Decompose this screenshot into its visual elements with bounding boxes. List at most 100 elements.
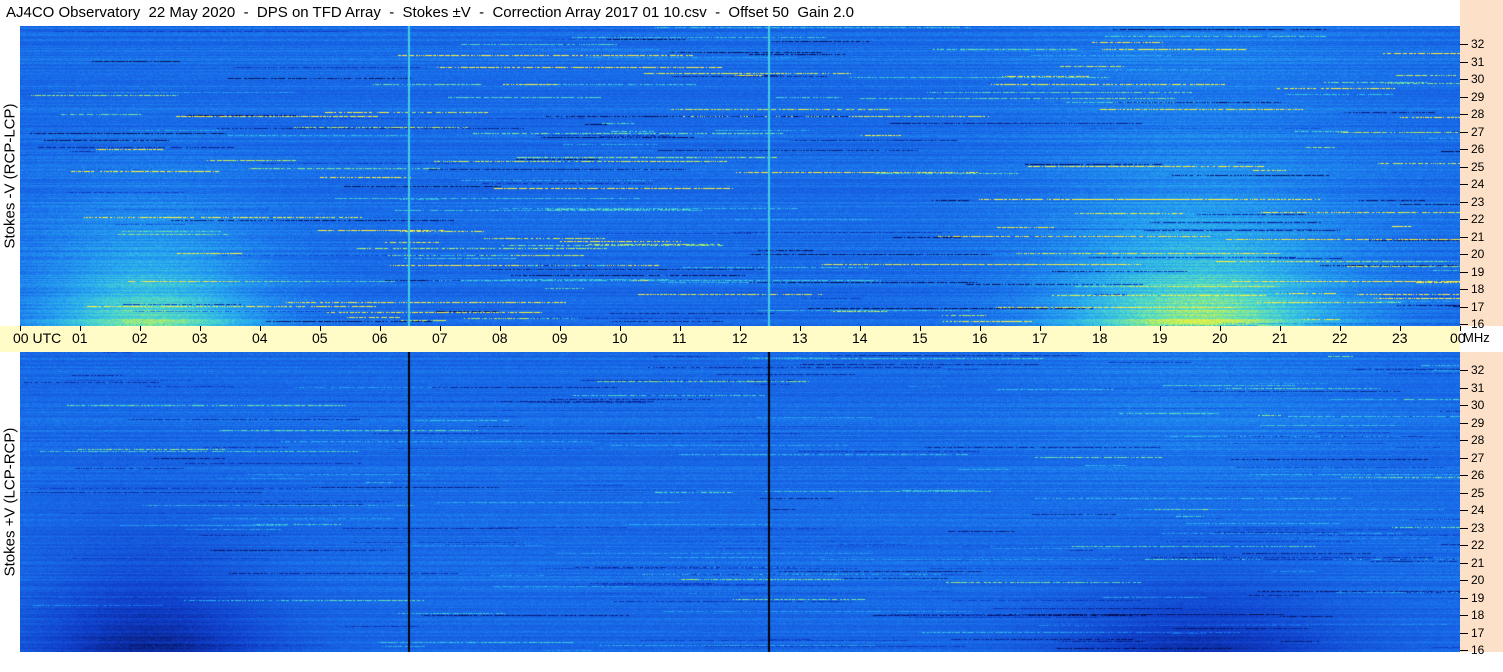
freq-label: 24 <box>1471 503 1485 517</box>
freq-tick <box>1460 219 1468 220</box>
time-label: 14 <box>852 330 868 346</box>
time-label: 03 <box>192 330 208 346</box>
freq-label: 31 <box>1471 380 1485 395</box>
freq-label: 20 <box>1471 573 1485 587</box>
time-label: 00 UTC <box>13 330 62 346</box>
time-label: 05 <box>312 330 328 346</box>
time-axis: 00 UTC 01 02 03 04 05 06 07 08 09 10 11 12 13 14 15 16 17… <box>0 326 1466 352</box>
freq-tick <box>1460 632 1468 634</box>
freq-tick <box>1460 510 1468 511</box>
freq-tick <box>1460 324 1468 325</box>
time-label: 01 <box>72 330 88 346</box>
time-label: 17 <box>1032 330 1048 346</box>
freq-tick <box>1460 422 1468 424</box>
time-label: 23 <box>1392 330 1408 346</box>
freq-label: 22 <box>1471 212 1485 226</box>
freq-label: 30 <box>1471 398 1485 412</box>
freq-label: 23 <box>1471 520 1485 535</box>
time-label: 09 <box>552 330 568 346</box>
freq-tick <box>1460 96 1468 98</box>
time-label: 10 <box>612 330 628 346</box>
top-spectrogram <box>20 26 1460 326</box>
freq-label: 23 <box>1471 194 1485 209</box>
corner-swatch <box>1460 0 1503 26</box>
freq-tick <box>1460 562 1468 564</box>
freq-label: 24 <box>1471 177 1485 191</box>
freq-label: 30 <box>1471 72 1485 86</box>
time-label: 02 <box>132 330 148 346</box>
time-label: 19 <box>1152 330 1168 346</box>
freq-tick <box>1460 114 1468 115</box>
freq-label: 27 <box>1471 124 1485 139</box>
freq-label: 29 <box>1471 415 1485 430</box>
freq-tick <box>1460 387 1468 389</box>
freq-label: 26 <box>1471 142 1485 156</box>
freq-label: 31 <box>1471 54 1485 69</box>
freq-label: 17 <box>1471 299 1485 314</box>
freq-label: 22 <box>1471 538 1485 552</box>
freq-tick <box>1460 405 1468 406</box>
freq-tick <box>1460 44 1468 45</box>
time-label: 13 <box>792 330 808 346</box>
freq-tick <box>1460 149 1468 150</box>
freq-label: 28 <box>1471 107 1485 121</box>
freq-tick <box>1460 166 1468 168</box>
time-label: 06 <box>372 330 388 346</box>
freq-tick <box>1460 370 1468 371</box>
freq-tick <box>1460 475 1468 476</box>
freq-label: 21 <box>1471 229 1485 244</box>
time-label: 20 <box>1212 330 1228 346</box>
time-label: 12 <box>732 330 748 346</box>
freq-tick <box>1460 79 1468 80</box>
freq-tick <box>1460 597 1468 599</box>
freq-tick <box>1460 61 1468 63</box>
top-panel-label: Stokes -V (RCP-LCP) <box>1 103 19 249</box>
time-label: 22 <box>1332 330 1348 346</box>
freq-tick <box>1460 184 1468 185</box>
freq-tick <box>1460 615 1468 616</box>
bottom-spectrogram <box>20 352 1460 652</box>
bottom-panel-label: Stokes +V (LCP-RCP) <box>1 427 19 577</box>
freq-tick <box>1460 236 1468 238</box>
freq-label: 27 <box>1471 450 1485 465</box>
freq-tick <box>1460 306 1468 308</box>
freq-label: 16 <box>1471 643 1485 657</box>
time-label: 04 <box>252 330 268 346</box>
time-label: 18 <box>1092 330 1108 346</box>
freq-label: 19 <box>1471 264 1485 279</box>
time-label: 15 <box>912 330 928 346</box>
freq-tick <box>1460 492 1468 494</box>
freq-label: 25 <box>1471 159 1485 174</box>
freq-label: 19 <box>1471 590 1485 605</box>
freq-label: 32 <box>1471 363 1485 377</box>
time-label: 16 <box>972 330 988 346</box>
freq-label: 25 <box>1471 485 1485 500</box>
time-label: 21 <box>1272 330 1288 346</box>
time-label: 11 <box>672 330 687 346</box>
spectrogram-title: AJ4CO Observatory 22 May 2020 - DPS on T… <box>0 0 1466 26</box>
freq-tick <box>1460 289 1468 290</box>
freq-tick <box>1460 457 1468 459</box>
freq-label: 26 <box>1471 468 1485 482</box>
freq-label: 18 <box>1471 608 1485 622</box>
freq-tick <box>1460 580 1468 581</box>
freq-axis-top: 32 31 30 29 28 27 26 25 24 23 22 21 20 19 18 17 16 <box>1460 26 1503 330</box>
freq-label: 28 <box>1471 433 1485 447</box>
time-label: 07 <box>432 330 448 346</box>
freq-unit-label: MHz <box>1463 330 1490 345</box>
bottom-panel-ylabel: Stokes +V (LCP-RCP) <box>0 352 20 652</box>
freq-tick <box>1460 131 1468 133</box>
freq-tick <box>1460 254 1468 255</box>
top-panel-ylabel: Stokes -V (RCP-LCP) <box>0 26 20 326</box>
freq-label: 16 <box>1471 317 1485 331</box>
freq-label: 29 <box>1471 89 1485 104</box>
freq-label: 18 <box>1471 282 1485 296</box>
time-label: 08 <box>492 330 508 346</box>
freq-label: 21 <box>1471 555 1485 570</box>
freq-tick <box>1460 440 1468 441</box>
freq-tick <box>1460 650 1468 651</box>
freq-tick <box>1460 527 1468 529</box>
freq-label: 20 <box>1471 247 1485 261</box>
freq-axis-bottom: 32 31 30 29 28 27 26 25 24 23 22 21 20 19 18 17 16 <box>1460 352 1503 656</box>
freq-tick <box>1460 545 1468 546</box>
